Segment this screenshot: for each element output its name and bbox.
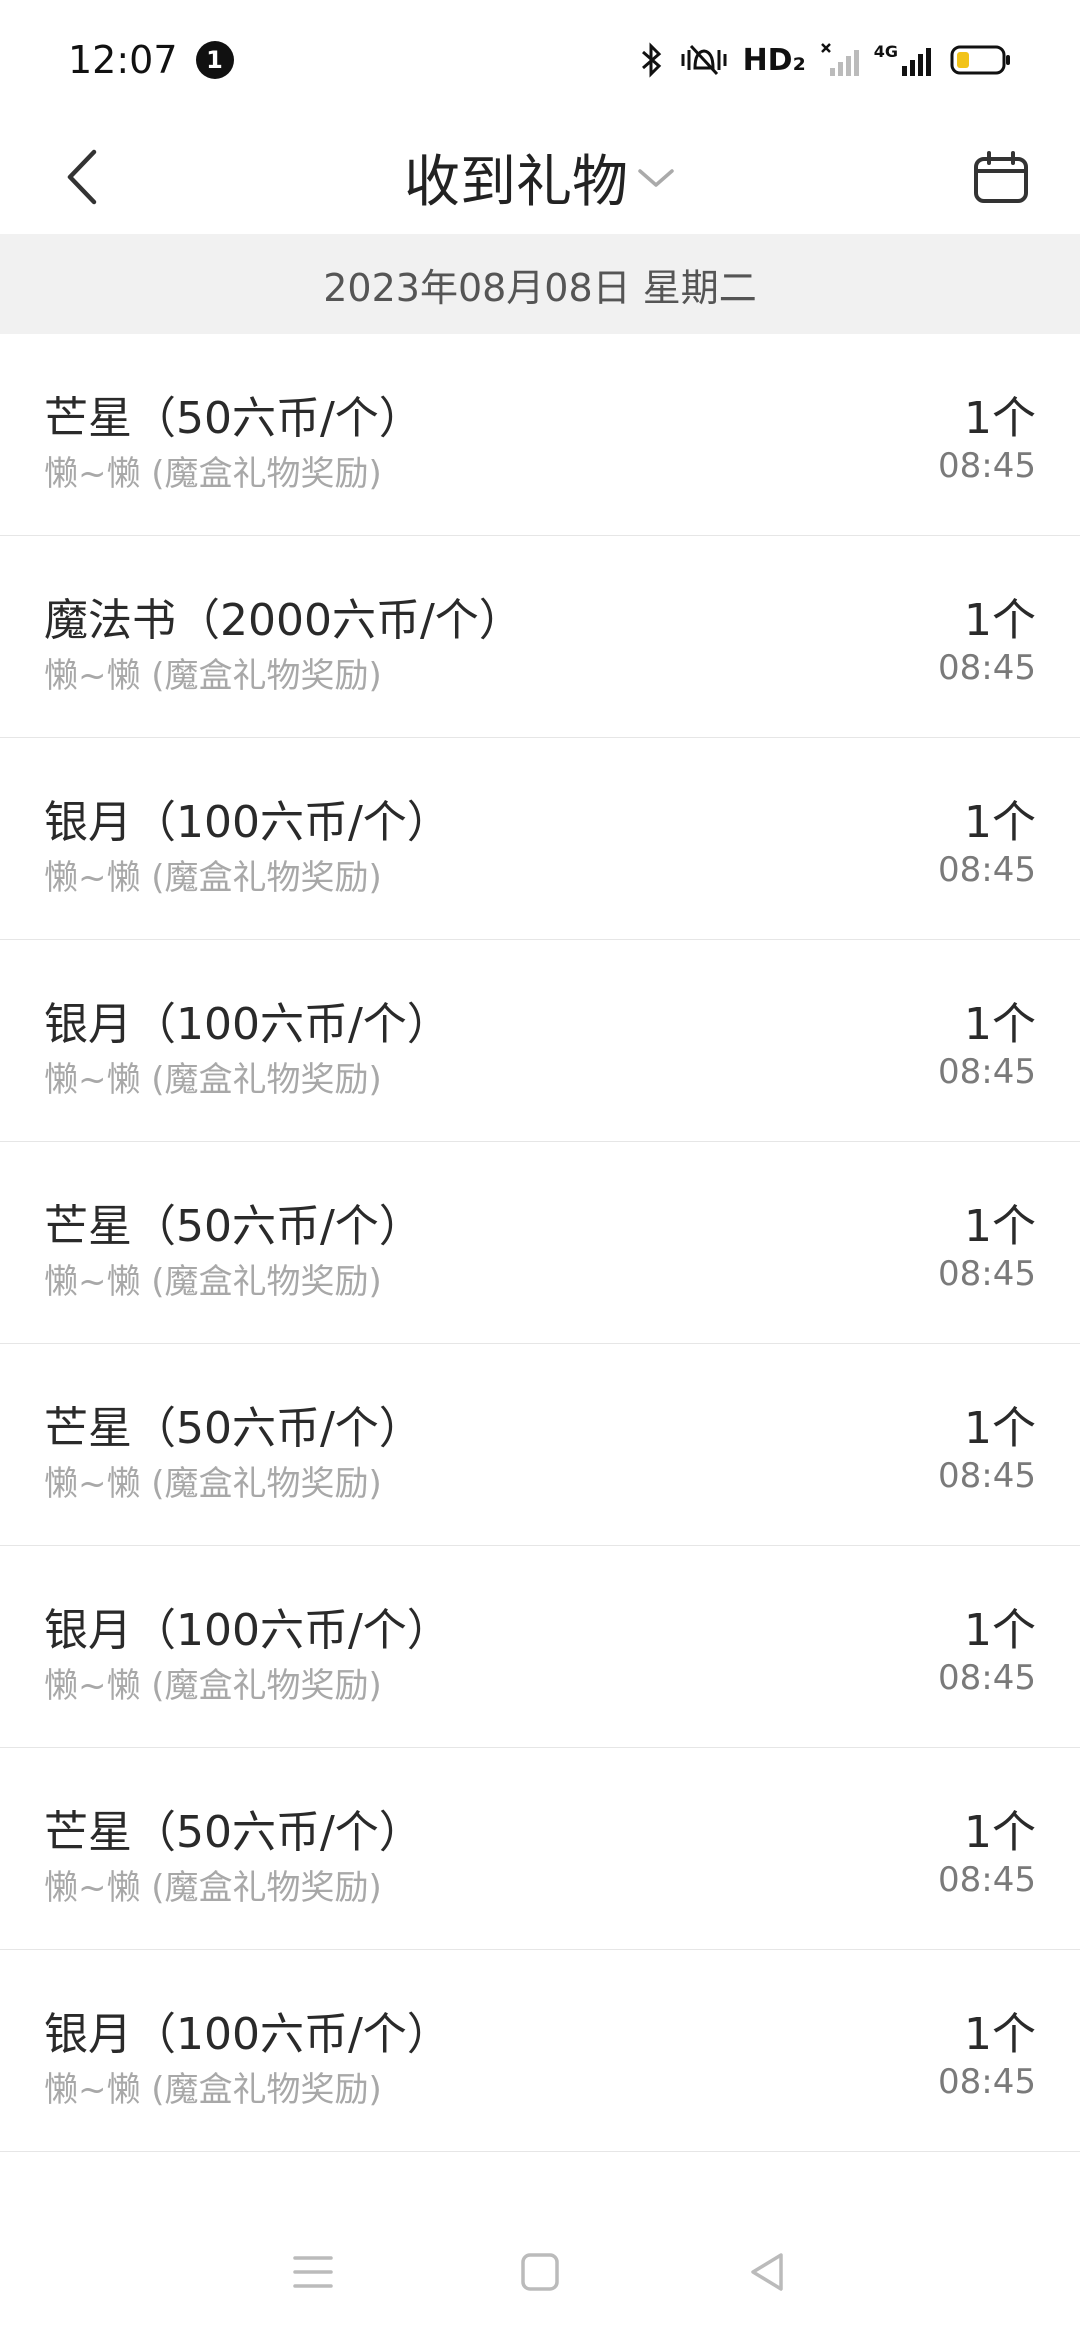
gift-time: 08:45: [938, 1254, 1036, 1294]
list-item[interactable]: 银月（100六币/个） 懒~懒 (魔盒礼物奖励) 1个 08:45: [0, 940, 1080, 1142]
gift-time: 08:45: [938, 1860, 1036, 1900]
menu-icon: [293, 2256, 334, 2288]
gift-sender: 懒~懒 (魔盒礼物奖励): [44, 1060, 382, 1100]
list-item[interactable]: 银月（100六币/个） 懒~懒 (魔盒礼物奖励) 1个 08:45: [0, 1546, 1080, 1748]
gift-quantity: 1个: [964, 1201, 1036, 1252]
gift-name: 银月（100六币/个）: [44, 2009, 451, 2060]
system-back-button[interactable]: [727, 2232, 807, 2312]
list-item[interactable]: 银月（100六币/个） 懒~懒 (魔盒礼物奖励) 1个 08:45: [0, 1950, 1080, 2152]
gift-sender: 懒~懒 (魔盒礼物奖励): [44, 858, 382, 898]
gift-time: 08:45: [938, 1456, 1036, 1496]
gift-time: 08:45: [938, 1658, 1036, 1698]
calendar-button[interactable]: [966, 142, 1036, 212]
gift-name: 银月（100六币/个）: [44, 797, 451, 848]
page-title: 收到礼物: [404, 149, 628, 215]
date-header: 2023年08月08日 星期二: [0, 234, 1080, 334]
gift-name: 银月（100六币/个）: [44, 999, 451, 1050]
list-item[interactable]: 芒星（50六币/个） 懒~懒 (魔盒礼物奖励) 1个 08:45: [0, 1142, 1080, 1344]
status-left: 12:07 1: [68, 38, 234, 82]
back-button[interactable]: [52, 142, 112, 212]
gift-name: 芒星（50六币/个）: [44, 1403, 423, 1454]
gift-sender: 懒~懒 (魔盒礼物奖励): [44, 454, 382, 494]
gift-time: 08:45: [938, 446, 1036, 486]
vibrate-mute-icon: [679, 42, 729, 78]
network-type-label: 4G: [873, 42, 898, 61]
battery-icon: [950, 44, 1012, 76]
notification-badge: 1: [195, 41, 234, 79]
status-bar: 12:07 1 HD₂ 4G: [0, 0, 1080, 120]
bluetooth-icon: [639, 42, 665, 78]
gift-sender: 懒~懒 (魔盒礼物奖励): [44, 2070, 382, 2110]
gift-quantity: 1个: [964, 2009, 1036, 2060]
list-item[interactable]: 魔法书（2000六币/个） 懒~懒 (魔盒礼物奖励) 1个 08:45: [0, 536, 1080, 738]
gift-quantity: 1个: [964, 1403, 1036, 1454]
chevron-down-icon: [638, 169, 674, 187]
list-item[interactable]: 银月（100六币/个） 懒~懒 (魔盒礼物奖励) 1个 08:45: [0, 738, 1080, 940]
sim2-4g-signal-icon: 4G: [874, 42, 936, 78]
home-button[interactable]: [500, 2232, 580, 2312]
gift-time: 08:45: [938, 648, 1036, 688]
menu-button[interactable]: [273, 2232, 353, 2312]
back-arrow-icon: [67, 149, 97, 205]
home-square-icon: [521, 2253, 559, 2291]
header-bar: 收到礼物: [0, 120, 1080, 234]
back-triangle-icon: [750, 2253, 783, 2291]
gift-quantity: 1个: [964, 393, 1036, 444]
gift-name: 银月（100六币/个）: [44, 1605, 451, 1656]
list-item[interactable]: 芒星（50六币/个） 懒~懒 (魔盒礼物奖励) 1个 08:45: [0, 334, 1080, 536]
gift-list[interactable]: 芒星（50六币/个） 懒~懒 (魔盒礼物奖励) 1个 08:45 魔法书（200…: [0, 334, 1080, 2204]
gift-quantity: 1个: [964, 595, 1036, 646]
gift-time: 08:45: [938, 850, 1036, 890]
sim1-signal-icon: [820, 42, 860, 78]
list-item[interactable]: 芒星（50六币/个） 懒~懒 (魔盒礼物奖励) 1个 08:45: [0, 1748, 1080, 1950]
system-nav-bar: [0, 2204, 1080, 2340]
gift-name: 芒星（50六币/个）: [44, 393, 423, 444]
hd-icon: HD₂: [742, 42, 806, 78]
gift-time: 08:45: [938, 2062, 1036, 2102]
status-time: 12:07: [68, 38, 178, 82]
gift-quantity: 1个: [964, 999, 1036, 1050]
calendar-icon: [974, 151, 1028, 203]
gift-quantity: 1个: [964, 1807, 1036, 1858]
list-item[interactable]: 芒星（50六币/个） 懒~懒 (魔盒礼物奖励) 1个 08:45: [0, 1344, 1080, 1546]
gift-sender: 懒~懒 (魔盒礼物奖励): [44, 1666, 382, 1706]
gift-time: 08:45: [938, 1052, 1036, 1092]
gift-sender: 懒~懒 (魔盒礼物奖励): [44, 656, 382, 696]
gift-sender: 懒~懒 (魔盒礼物奖励): [44, 1464, 382, 1504]
gift-quantity: 1个: [964, 1605, 1036, 1656]
status-right: HD₂ 4G: [639, 42, 1012, 78]
gift-name: 芒星（50六币/个）: [44, 1201, 423, 1252]
gift-name: 芒星（50六币/个）: [44, 1807, 423, 1858]
gift-quantity: 1个: [964, 797, 1036, 848]
gift-sender: 懒~懒 (魔盒礼物奖励): [44, 1262, 382, 1302]
gift-sender: 懒~懒 (魔盒礼物奖励): [44, 1868, 382, 1908]
title-dropdown[interactable]: 收到礼物: [404, 137, 676, 218]
gift-name: 魔法书（2000六币/个）: [44, 595, 523, 646]
